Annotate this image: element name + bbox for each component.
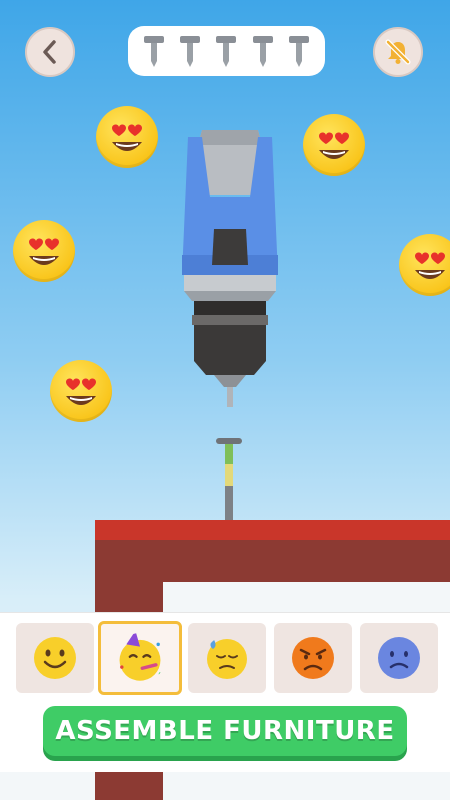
- sweat-face-icon: [207, 638, 247, 679]
- table-top: [95, 520, 450, 540]
- nail-icon: [252, 36, 273, 67]
- screw-icon: [216, 438, 242, 526]
- angry-face-icon: [292, 637, 334, 679]
- back-button[interactable]: [25, 27, 75, 77]
- mood-option-sweat[interactable]: [188, 623, 266, 693]
- assemble-furniture-button[interactable]: ASSEMBLE FURNITURE: [43, 706, 407, 756]
- sound-toggle-button[interactable]: [373, 27, 423, 77]
- nail-icon: [216, 36, 237, 67]
- heart-eyes-emoji: [13, 220, 75, 282]
- mood-option-smiling[interactable]: [16, 623, 94, 693]
- nails-counter: [128, 26, 325, 76]
- floor-strip: [0, 772, 450, 800]
- smiling-face-icon: [34, 637, 76, 679]
- heart-eyes-emoji: [50, 360, 112, 422]
- nail-icon: [144, 36, 165, 67]
- nail-icon: [180, 36, 201, 67]
- chevron-left-icon: [43, 40, 56, 64]
- mood-selector: [14, 621, 438, 695]
- frowning-face-icon: [378, 637, 420, 679]
- bell-muted-icon: [385, 39, 411, 65]
- table-apron: [95, 540, 450, 582]
- table-leg-bottom: [95, 772, 163, 800]
- heart-eyes-emoji: [96, 106, 158, 168]
- heart-eyes-emoji: [399, 234, 450, 296]
- mood-option-frowning[interactable]: [360, 623, 438, 693]
- party-face-icon: [119, 633, 163, 681]
- heart-eyes-emoji: [303, 114, 365, 176]
- nail-icon: [288, 36, 309, 67]
- mood-option-angry[interactable]: [274, 623, 352, 693]
- mood-option-party[interactable]: [98, 621, 182, 695]
